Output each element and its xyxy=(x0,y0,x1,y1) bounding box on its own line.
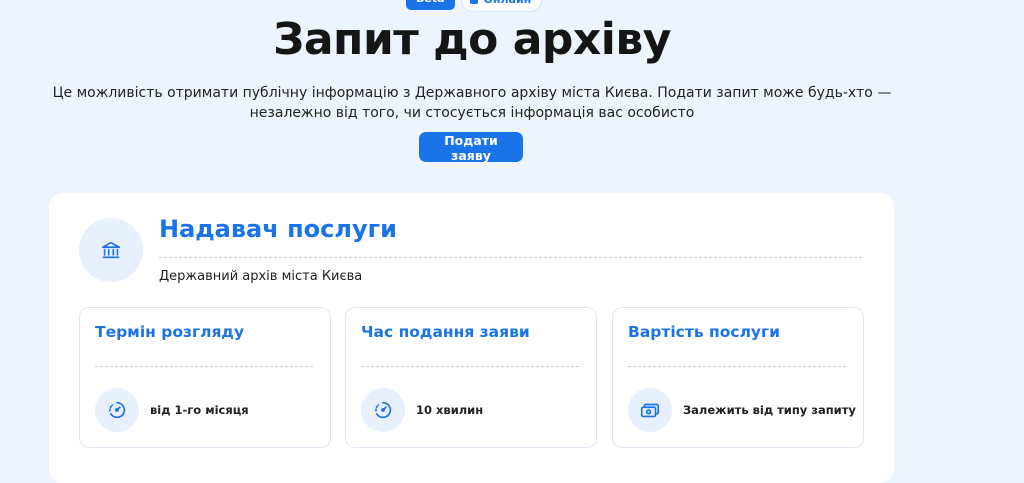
provider-name: Державний архів міста Києва xyxy=(159,269,363,284)
submit-application-button[interactable]: Подати заяву xyxy=(419,132,523,163)
provider-card: Надавач послуги Державний архів міста Ки… xyxy=(49,193,894,483)
info-card-service-cost: Вартість послуги Залежить від типу запит… xyxy=(612,307,864,448)
bank-icon xyxy=(79,218,143,282)
info-card-title: Термін розгляду xyxy=(95,323,245,341)
timer-icon xyxy=(361,388,405,432)
timer-icon xyxy=(95,388,139,432)
info-card-value: 10 хвилин xyxy=(416,403,484,417)
online-badge-label: Онлайн xyxy=(484,0,532,8)
divider xyxy=(159,257,862,258)
page-title: Запит до архіву xyxy=(273,14,671,65)
info-card-submission-time: Час подання заяви 10 хвилин xyxy=(345,307,597,448)
divider xyxy=(628,366,846,367)
info-card-value: від 1-го місяця xyxy=(150,403,249,417)
info-card-title: Вартість послуги xyxy=(628,323,780,341)
beta-badge: Beta xyxy=(406,0,455,10)
provider-heading: Надавач послуги xyxy=(159,215,397,243)
info-card-review-term: Термін розгляду від 1-го місяця xyxy=(79,307,331,448)
online-icon xyxy=(469,0,478,4)
divider xyxy=(361,366,579,367)
divider xyxy=(95,366,313,367)
online-badge: Онлайн xyxy=(460,0,543,12)
info-card-title: Час подання заяви xyxy=(361,323,530,341)
money-icon xyxy=(628,388,672,432)
page-description: Це можливість отримати публічну інформац… xyxy=(52,85,892,121)
service-badges: Beta Онлайн xyxy=(406,0,543,12)
info-card-value: Залежить від типу запиту xyxy=(683,403,856,417)
